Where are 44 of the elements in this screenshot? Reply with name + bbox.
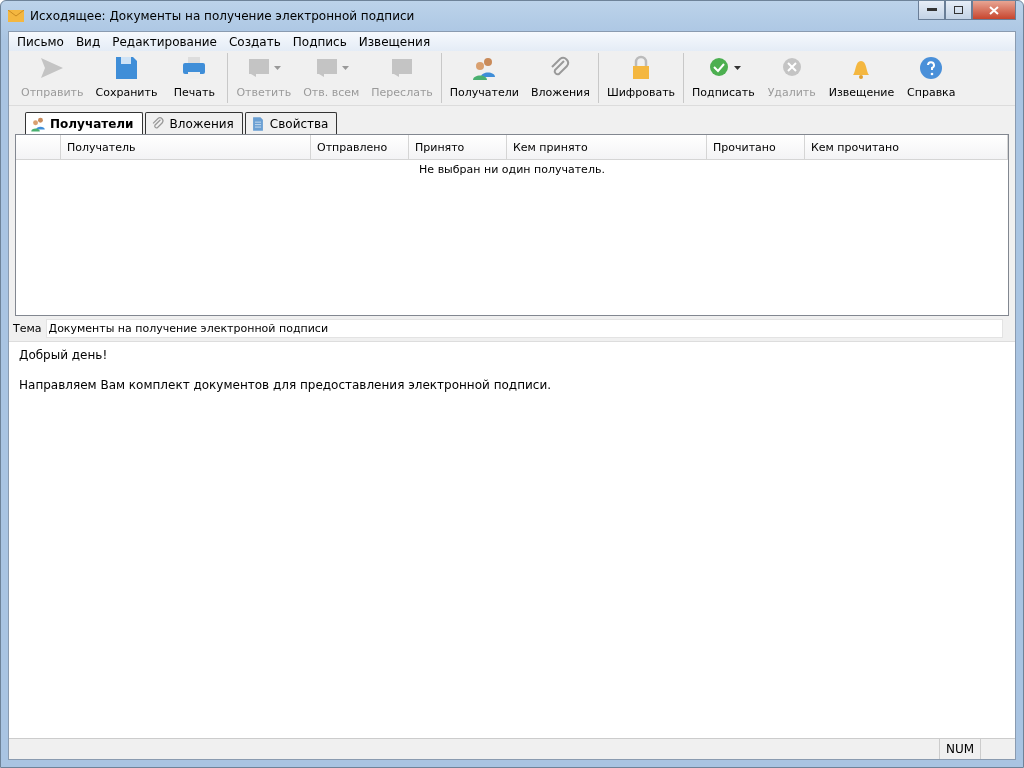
subject-field[interactable]: Документы на получение электронной подписи — [45, 319, 1003, 338]
minimize-button[interactable] — [918, 1, 945, 20]
column-header[interactable]: Прочитано — [707, 135, 805, 159]
close-button[interactable] — [972, 1, 1016, 20]
people-icon — [471, 55, 498, 81]
toolbar-button[interactable]: Подписать — [686, 53, 761, 103]
menu-item[interactable]: Извещения — [352, 32, 437, 51]
column-header[interactable]: Принято — [409, 135, 507, 159]
toolbar-button[interactable]: Извещение — [822, 53, 901, 103]
column-header[interactable]: Кем принято — [507, 135, 707, 159]
people-icon — [30, 115, 46, 132]
window-title: Исходящее: Документы на получение электронной подписи — [30, 9, 416, 23]
close-icon — [989, 5, 999, 15]
subject-label: Тема — [13, 322, 42, 335]
toolbar-button[interactable]: Печать — [163, 53, 226, 103]
column-header[interactable]: Отправлено — [311, 135, 409, 159]
help-icon — [918, 55, 945, 81]
toolbar-button[interactable]: Справка — [900, 53, 963, 103]
maximize-button[interactable] — [945, 1, 972, 20]
status-indicator: NUM — [939, 739, 980, 759]
caret-icon — [341, 66, 349, 70]
message-text: Добрый день! — [19, 348, 109, 362]
menu-item[interactable]: Создать — [222, 32, 287, 51]
tab[interactable]: Свойства — [244, 112, 338, 134]
toolbar-button[interactable]: Вложения — [524, 53, 596, 103]
caret-icon — [733, 66, 741, 70]
menu-item[interactable]: Подпись — [286, 32, 353, 51]
column-header[interactable]: Кем прочитано — [805, 135, 1008, 159]
maximize-icon — [954, 6, 963, 14]
toolbar-button[interactable]: Получатели — [443, 53, 525, 103]
toolbar-button[interactable]: Шифровать — [600, 53, 682, 103]
empty-message: Не выбран ни один получатель. — [418, 162, 606, 176]
menu-item[interactable]: Редактирование — [106, 32, 223, 51]
menu-item[interactable]: Вид — [69, 32, 107, 51]
envelope-icon — [8, 10, 24, 22]
minimize-icon — [926, 8, 937, 12]
message-text: Направляем Вам комплект документов для предоставления электронной подписи. — [19, 378, 552, 392]
column-header[interactable]: Получатель — [61, 135, 311, 159]
caret-icon — [274, 66, 282, 70]
tab[interactable]: Получатели — [25, 112, 143, 134]
message-body[interactable]: Добрый день! Направляем Вам комплект документов для предоставления электронной подписи. — [9, 341, 1015, 738]
toolbar-button[interactable]: Сохранить — [89, 53, 164, 103]
tab[interactable]: Вложения — [144, 112, 243, 134]
menu-item[interactable]: Письмо — [11, 32, 70, 51]
